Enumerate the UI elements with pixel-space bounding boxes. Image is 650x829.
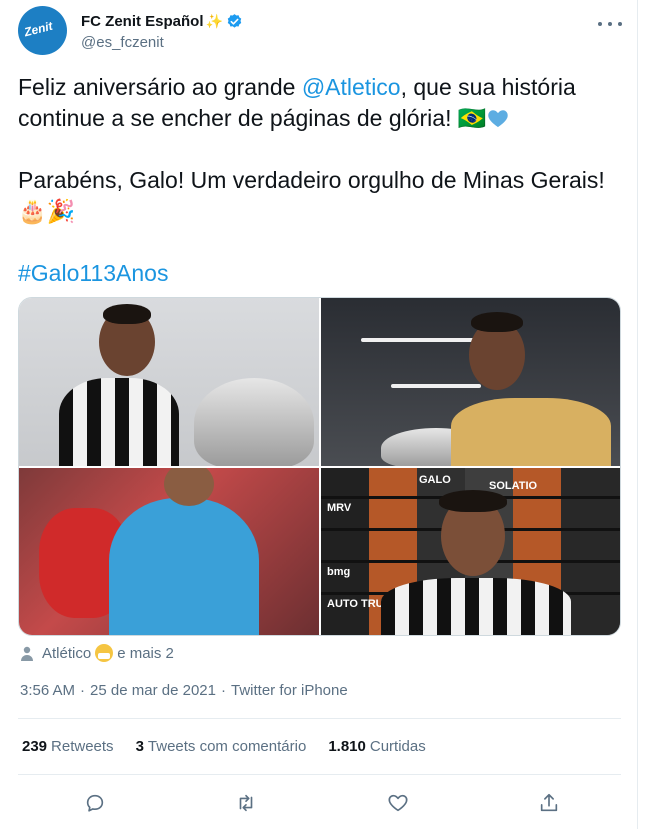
dot-icon bbox=[598, 22, 602, 26]
meta-separator: · bbox=[220, 682, 226, 699]
gold-shirt-shape bbox=[451, 398, 611, 466]
tweet-text: Feliz aniversário ao grande @Atletico, q… bbox=[18, 72, 618, 289]
avatar[interactable]: Zenit bbox=[18, 6, 67, 55]
player-hair-shape bbox=[103, 304, 151, 324]
player-hair-shape bbox=[439, 490, 507, 512]
photo-player-with-trophy[interactable] bbox=[19, 298, 319, 466]
divider bbox=[18, 718, 621, 719]
trophy-shape bbox=[194, 378, 314, 466]
sparkle-emoji: ✨ bbox=[205, 12, 223, 29]
tweet-source[interactable]: Twitter for iPhone bbox=[231, 682, 348, 699]
dot-icon bbox=[608, 22, 612, 26]
mask-face-emoji-icon bbox=[95, 644, 114, 662]
tweet-text-segment: Parabéns, Galo! Um verdadeiro orgulho de… bbox=[18, 167, 605, 193]
brazil-flag-emoji: 🇧🇷 bbox=[457, 105, 487, 131]
blue-shirt-shape bbox=[109, 498, 259, 635]
ceiling-light-shape bbox=[391, 384, 481, 388]
retweets-count: 239 bbox=[22, 738, 48, 755]
photo-player-gold-kit[interactable] bbox=[321, 298, 620, 466]
quotes-count: 3 bbox=[135, 738, 144, 755]
media-grid: MRV bmg AUTO TRUCK SOLATIO GALO bbox=[18, 297, 621, 636]
retweets-stat[interactable]: 239 Retweets bbox=[22, 738, 114, 755]
tweet-paragraph-2: Parabéns, Galo! Um verdadeiro orgulho de… bbox=[18, 165, 618, 227]
more-options-button[interactable] bbox=[598, 16, 622, 32]
board-label: GALO bbox=[419, 474, 451, 486]
divider bbox=[18, 774, 621, 775]
blue-heart-icon bbox=[487, 110, 508, 128]
board-label: SOLATIO bbox=[489, 480, 538, 492]
tweet-paragraph-3: #Galo113Anos bbox=[18, 258, 618, 289]
tweet-meta: 3:56 AM · 25 de mar de 2021 · Twitter fo… bbox=[20, 682, 348, 699]
share-button[interactable] bbox=[536, 790, 562, 816]
mention-link[interactable]: @Atletico bbox=[302, 74, 401, 100]
retweets-label: Retweets bbox=[51, 738, 114, 755]
person-icon bbox=[21, 646, 33, 661]
likes-label: Curtidas bbox=[369, 738, 426, 755]
account-handle[interactable]: @es_fczenit bbox=[81, 34, 164, 51]
board-label: bmg bbox=[327, 566, 351, 578]
meta-separator: · bbox=[80, 682, 86, 699]
hashtag-link[interactable]: #Galo113Anos bbox=[18, 260, 168, 286]
liked-by-suffix: e mais 2 bbox=[117, 644, 174, 662]
engagement-stats: 239 Retweets 3 Tweets com comentário 1.8… bbox=[22, 738, 448, 755]
quotes-label: Tweets com comentário bbox=[147, 738, 307, 755]
striped-shirt-shape bbox=[59, 378, 179, 466]
tweet-text-segment: Feliz aniversário ao grande bbox=[18, 74, 302, 100]
reply-icon bbox=[86, 794, 104, 812]
tweet-actions bbox=[82, 790, 562, 816]
likes-stat[interactable]: 1.810 Curtidas bbox=[328, 738, 425, 755]
verified-badge-icon bbox=[227, 13, 242, 28]
reply-button[interactable] bbox=[82, 790, 108, 816]
tweet-date[interactable]: 25 de mar de 2021 bbox=[90, 682, 216, 699]
player-hair-shape bbox=[471, 312, 523, 332]
cake-party-emoji: 🎂🎉 bbox=[18, 198, 76, 224]
display-name[interactable]: FC Zenit Español bbox=[81, 13, 204, 30]
photo-player-sponsor-board[interactable]: MRV bmg AUTO TRUCK SOLATIO GALO bbox=[321, 468, 620, 635]
avatar-logo-text: Zenit bbox=[22, 18, 54, 40]
retweet-icon bbox=[240, 794, 253, 812]
likes-count: 1.810 bbox=[328, 738, 366, 755]
dot-icon bbox=[618, 22, 622, 26]
retweet-button[interactable] bbox=[233, 790, 259, 816]
quote-tweets-stat[interactable]: 3 Tweets com comentário bbox=[136, 738, 307, 755]
tweet-header: Zenit FC Zenit Español ✨ @es_fczenit bbox=[18, 6, 628, 62]
liked-by-name[interactable]: Atlético bbox=[42, 645, 91, 662]
board-label: MRV bbox=[327, 502, 352, 514]
heart-icon bbox=[388, 794, 408, 812]
tweet-paragraph-1: Feliz aniversário ao grande @Atletico, q… bbox=[18, 72, 618, 134]
tweet-card: Zenit FC Zenit Español ✨ @es_fczenit Fel… bbox=[0, 0, 638, 829]
tweet-time[interactable]: 3:56 AM bbox=[20, 682, 75, 699]
striped-shirt-shape bbox=[381, 578, 571, 635]
name-row: FC Zenit Español ✨ bbox=[81, 10, 243, 32]
like-button[interactable] bbox=[385, 790, 411, 816]
liked-by-row[interactable]: Atlético e mais 2 bbox=[20, 643, 174, 663]
share-icon bbox=[540, 793, 558, 812]
photo-player-blue-kit[interactable] bbox=[19, 468, 319, 635]
